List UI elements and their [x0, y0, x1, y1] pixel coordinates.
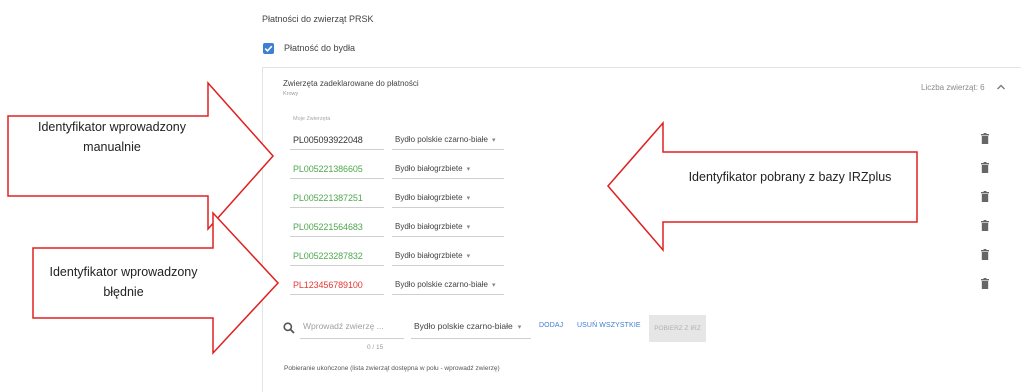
my-animals-header: Moje Zwierzęta: [293, 116, 331, 122]
breed-select[interactable]: Bydło białogrzbiete ▾: [395, 164, 470, 173]
callout-irz-text: Identyfikator pobrany z bazy IRZplus: [688, 170, 892, 184]
new-animal-breed-select[interactable]: Bydło polskie czarno-białe ▾: [414, 321, 521, 331]
breed-select[interactable]: Bydło białogrzbiete ▾: [395, 222, 470, 231]
trash-icon[interactable]: [981, 278, 989, 289]
callout-error-text: Identyfikator wprowadzony błędnie: [49, 265, 198, 299]
animal-id[interactable]: PL005221564683: [293, 222, 363, 232]
panel-subtitle: Krowy: [283, 91, 299, 97]
breed-select[interactable]: Bydło polskie czarno-białe ▾: [395, 280, 495, 289]
animal-id[interactable]: PL005221386605: [293, 164, 363, 174]
section-title: Płatności do zwierząt PRSK: [262, 14, 374, 24]
caret-down-icon: ▾: [466, 166, 471, 173]
animal-id[interactable]: PL123456789100: [293, 280, 363, 290]
add-button[interactable]: DODAJ: [539, 322, 563, 329]
breed-select[interactable]: Bydło białogrzbiete ▾: [395, 193, 470, 202]
fetch-from-irz-button[interactable]: POBIERZ Z IRZ: [649, 315, 706, 342]
trash-icon[interactable]: [981, 249, 989, 260]
remove-all-button[interactable]: USUŃ WSZYSTKIE: [577, 322, 641, 329]
animal-id[interactable]: PL005093922048: [293, 135, 363, 145]
callout-manual: Identyfikator wprowadzony manualnie: [7, 81, 275, 231]
animal-search-input[interactable]: Wprowadź zwierzę ...: [303, 321, 384, 331]
status-message: Pobieranie ukończone (lista zwierząt dos…: [284, 365, 500, 372]
caret-down-icon: ▾: [517, 324, 522, 331]
chevron-up-icon[interactable]: [996, 83, 1006, 91]
payment-cattle-label: Płatność do bydła: [284, 43, 356, 53]
search-icon: [283, 322, 295, 334]
animal-count: Liczba zwierząt: 6: [921, 83, 985, 92]
check-icon: [264, 45, 273, 53]
table-row: PL005223287832 Bydło białogrzbiete ▾: [284, 249, 1014, 279]
panel-title: Zwierzęta zadeklarowane do płatności: [283, 79, 419, 88]
breed-select[interactable]: Bydło polskie czarno-białe ▾: [395, 135, 495, 144]
trash-icon[interactable]: [981, 133, 989, 144]
callout-error: Identyfikator wprowadzony błędnie: [32, 211, 280, 355]
caret-down-icon: ▾: [491, 137, 496, 144]
caret-down-icon: ▾: [466, 195, 471, 202]
callout-irz: Identyfikator pobrany z bazy IRZplus: [607, 121, 918, 253]
callout-manual-text: Identyfikator wprowadzony manualnie: [38, 120, 186, 154]
character-counter: 0 / 15: [367, 344, 384, 351]
animal-id[interactable]: PL005221387251: [293, 193, 363, 203]
caret-down-icon: ▾: [466, 253, 471, 260]
breed-select[interactable]: Bydło białogrzbiete ▾: [395, 251, 470, 260]
caret-down-icon: ▾: [466, 224, 471, 231]
trash-icon[interactable]: [981, 191, 989, 202]
caret-down-icon: ▾: [491, 282, 496, 289]
payment-cattle-checkbox[interactable]: [263, 43, 274, 54]
animal-id[interactable]: PL005223287832: [293, 251, 363, 261]
table-row: PL123456789100 Bydło polskie czarno-biał…: [284, 278, 1014, 308]
trash-icon[interactable]: [981, 162, 989, 173]
trash-icon[interactable]: [981, 220, 989, 231]
